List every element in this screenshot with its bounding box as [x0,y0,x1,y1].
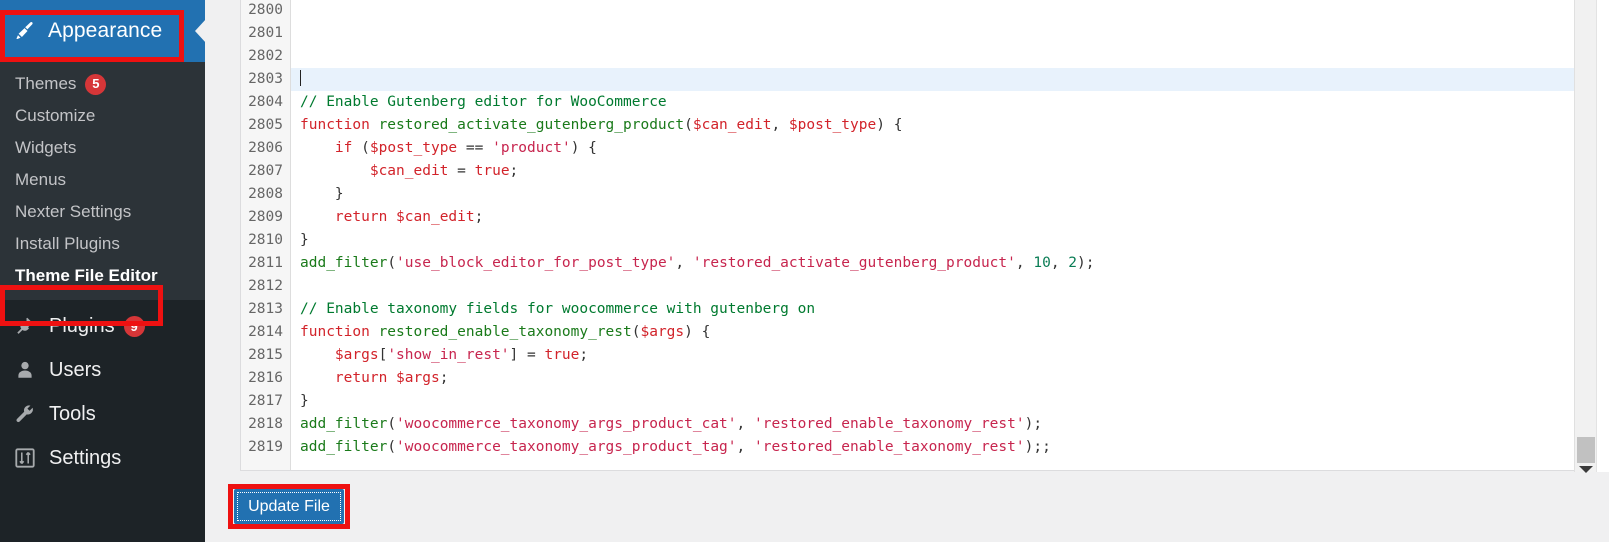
line-number: 2802 [248,48,283,64]
update-file-button[interactable]: Update File [234,489,344,524]
sidebar-item-users-label: Users [49,358,102,381]
code-line: add_filter('woocommerce_taxonomy_args_pr… [300,439,1051,455]
scrollbar-thumb[interactable] [1577,437,1595,463]
paintbrush-icon [10,18,40,44]
line-number: 2817 [248,393,283,409]
code-line-active [291,68,1577,91]
menu-arrow-left-icon [195,19,205,43]
line-number: 2811 [248,255,283,271]
plug-icon [10,313,40,339]
code-line: add_filter('woocommerce_taxonomy_args_pr… [300,416,1043,432]
sidebar-item-nexter-settings[interactable]: Nexter Settings [0,196,205,228]
line-number: 2812 [248,278,283,294]
line-number: 2806 [248,140,283,156]
code-line: return $args; [334,370,449,386]
appearance-submenu: Themes 5 Customize Widgets Menus Nexter … [0,62,205,300]
sidebar-item-customize[interactable]: Customize [0,100,205,132]
line-number: 2808 [248,186,283,202]
line-number: 2813 [248,301,283,317]
code-line: if ($post_type == 'product') { [334,140,597,156]
chevron-down-icon[interactable] [1579,466,1593,473]
code-line: } [334,186,344,202]
line-number: 2819 [248,439,283,455]
line-number: 2816 [248,370,283,386]
sidebar-item-menus-label: Menus [15,170,67,189]
line-number: 2801 [248,25,283,41]
sidebar-item-widgets[interactable]: Widgets [0,132,205,164]
admin-main-menu: Plugins 9 Users Tools Settings [0,300,205,480]
sidebar-item-theme-file-editor-label: Theme File Editor [15,266,158,285]
code-line: return $can_edit; [334,209,484,225]
sidebar-item-widgets-label: Widgets [15,138,77,157]
sidebar-item-install-plugins-label: Install Plugins [15,234,120,253]
line-number: 2814 [248,324,283,340]
line-number: 2809 [248,209,283,225]
code-line: function restored_enable_taxonomy_rest($… [300,324,711,340]
code-line: // Enable Gutenberg editor for WooCommer… [300,94,667,110]
themes-count-badge: 5 [85,73,107,95]
user-icon [10,357,40,383]
sidebar-item-settings-label: Settings [49,446,122,469]
plugins-count-badge: 9 [123,315,145,337]
code-line: } [300,232,309,248]
line-number-gutter: 2800 2801 2802 2803 2804 2805 2806 2807 … [241,0,291,470]
sidebar-item-plugins-label: Plugins [49,314,115,337]
line-number: 2800 [248,2,283,18]
sidebar-item-nexter-settings-label: Nexter Settings [15,202,132,221]
line-number: 2810 [248,232,283,248]
vertical-scrollbar[interactable] [1574,0,1596,473]
sidebar-item-appearance-label: Appearance [48,19,163,42]
sidebar-item-themes-label: Themes [15,74,77,93]
sidebar-item-menus[interactable]: Menus [0,164,205,196]
code-line: } [300,393,309,409]
sidebar-item-theme-file-editor[interactable]: Theme File Editor [0,260,205,292]
code-line: add_filter('use_block_editor_for_post_ty… [300,255,1095,271]
text-cursor [300,70,301,86]
line-number: 2807 [248,163,283,179]
sidebar-item-tools[interactable]: Tools [0,392,205,436]
update-file-button-label: Update File [248,497,330,515]
code-line: function restored_activate_gutenberg_pro… [300,117,903,133]
sidebar-item-themes[interactable]: Themes 5 [0,68,205,100]
line-number: 2815 [248,347,283,363]
page-right-edge [1596,0,1609,472]
code-editor[interactable]: 2800 2801 2802 2803 2804 2805 2806 2807 … [240,0,1578,471]
code-line: // Enable taxonomy fields for woocommerc… [300,301,816,317]
code-text-area[interactable]: // Enable Gutenberg editor for WooCommer… [291,0,1577,470]
sliders-icon [10,445,40,471]
code-line: $can_edit = true; [369,163,519,179]
line-number: 2803 [248,71,283,87]
line-number: 2805 [248,117,283,133]
sidebar-item-customize-label: Customize [15,106,96,125]
sidebar-item-install-plugins[interactable]: Install Plugins [0,228,205,260]
line-number: 2818 [248,416,283,432]
code-line: $args['show_in_rest'] = true; [334,347,589,363]
wordpress-theme-file-editor-screen: Appearance Themes 5 Customize Widgets Me… [0,0,1609,542]
sidebar-item-plugins[interactable]: Plugins 9 [0,304,205,348]
sidebar-item-users[interactable]: Users [0,348,205,392]
wrench-icon [10,401,40,427]
admin-sidebar: Appearance Themes 5 Customize Widgets Me… [0,0,205,542]
page-footer-area [205,472,1609,542]
line-number: 2804 [248,94,283,110]
sidebar-item-settings[interactable]: Settings [0,436,205,480]
sidebar-item-tools-label: Tools [49,402,96,425]
sidebar-item-appearance[interactable]: Appearance [0,0,205,62]
